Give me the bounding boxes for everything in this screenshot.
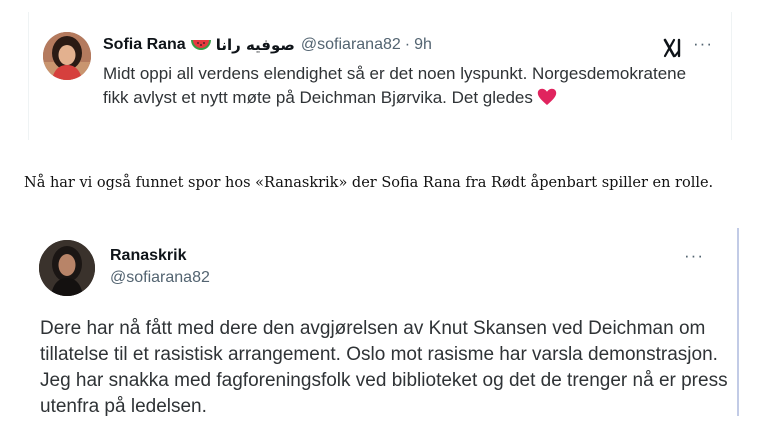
profile-photo bbox=[39, 240, 95, 296]
profile-photo bbox=[43, 32, 91, 80]
display-name[interactable]: Ranaskrik bbox=[110, 247, 187, 265]
avatar[interactable] bbox=[39, 240, 95, 296]
tweet-card-sofia-rana[interactable]: Sofia Rana صوفيه رانا @sofiarana82 · 9h … bbox=[28, 12, 732, 140]
watermelon-icon bbox=[190, 36, 212, 54]
tweet-header: Sofia Rana صوفيه رانا @sofiarana82 · 9h bbox=[103, 34, 432, 56]
timestamp[interactable]: 9h bbox=[414, 36, 432, 54]
tweet-text: Midt oppi all verdens elendighet så er d… bbox=[103, 62, 693, 110]
user-handle[interactable]: @sofiarana82 bbox=[301, 36, 401, 54]
separator-dot: · bbox=[404, 36, 411, 53]
article-caption: Nå har vi også funnet spor hos «Ranaskri… bbox=[24, 175, 714, 191]
vertical-rule bbox=[737, 228, 739, 416]
tweet-card-ranaskrik[interactable]: Ranaskrik @sofiarana82 ··· Dere har nå f… bbox=[20, 222, 742, 432]
tweet-body: Midt oppi all verdens elendighet så er d… bbox=[103, 64, 687, 107]
more-options-icon[interactable]: ··· bbox=[693, 34, 713, 54]
heart-icon bbox=[537, 88, 557, 106]
tweet-text: Dere har nå fått med dere den avgjørelse… bbox=[40, 318, 728, 417]
user-handle[interactable]: @sofiarana82 bbox=[110, 269, 210, 287]
more-options-icon[interactable]: ··· bbox=[684, 246, 704, 266]
avatar[interactable] bbox=[43, 32, 91, 80]
arabic-display-name: صوفيه رانا bbox=[215, 36, 295, 54]
display-name[interactable]: Sofia Rana bbox=[103, 36, 186, 54]
x-grok-icon[interactable] bbox=[663, 38, 685, 58]
